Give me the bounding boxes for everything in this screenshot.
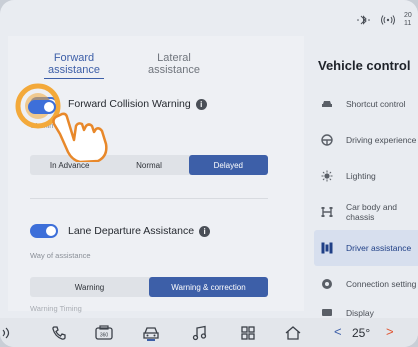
phone-icon[interactable]: [49, 323, 69, 343]
bottom-dock: 360 < 25° >: [0, 318, 418, 347]
apps-grid-icon[interactable]: [238, 323, 258, 343]
lda-title: Lane Departure Assistance: [68, 225, 195, 237]
fcw-timing-selector: In Advance Normal Delayed: [30, 155, 268, 175]
menu-item-driver-assistance[interactable]: Driver assistance: [314, 230, 418, 266]
wireless-signal-icon: [380, 14, 396, 28]
lda-assist-selector: Warning Warning & correction: [30, 277, 268, 297]
vehicle-control-title: Vehicle control: [318, 58, 411, 73]
connection-icon: [320, 278, 334, 290]
music-icon[interactable]: [190, 323, 210, 343]
divider: [30, 198, 268, 199]
steering-wheel-icon: [320, 134, 334, 146]
light-icon: [320, 170, 334, 182]
driver-assistance-icon: [320, 242, 334, 254]
lda-option-warning[interactable]: Warning: [30, 277, 149, 297]
menu-item-driving-experience[interactable]: Driving experience: [314, 122, 418, 158]
vehicle-control-menu: Shortcut control Driving experience Ligh…: [314, 86, 418, 318]
menu-item-lighting[interactable]: Lighting: [314, 158, 418, 194]
lda-toggle[interactable]: [30, 224, 58, 238]
camera-360-icon[interactable]: 360: [94, 323, 114, 343]
tab-lateral-assistance[interactable]: Lateral assistance: [138, 52, 210, 76]
lda-timing-caption: Warning Timing: [30, 304, 82, 313]
temp-decrease-button[interactable]: <: [334, 324, 342, 339]
lda-option-warning-correction[interactable]: Warning & correction: [149, 277, 268, 297]
fcw-option-in-advance[interactable]: In Advance: [30, 155, 109, 175]
display-icon: [320, 308, 334, 318]
menu-item-connection-setting[interactable]: Connection setting: [314, 266, 418, 302]
home-icon[interactable]: [283, 323, 303, 343]
svg-text:360: 360: [100, 333, 109, 339]
chassis-icon: [320, 206, 334, 218]
fcw-option-normal[interactable]: Normal: [109, 155, 188, 175]
temperature-readout: 25°: [352, 326, 371, 340]
fcw-toggle[interactable]: [30, 97, 58, 111]
fcw-title-row: Forward Collision Warning i: [68, 98, 207, 110]
tab-forward-assistance[interactable]: Forward assistance: [38, 52, 110, 79]
menu-item-display[interactable]: Display: [314, 302, 418, 318]
active-dock-indicator: [147, 339, 155, 341]
fcw-option-delayed[interactable]: Delayed: [188, 155, 268, 175]
car-icon: [320, 99, 334, 109]
bluetooth-icon: [356, 14, 372, 28]
infotainment-screen: 20 11 Forward assistance Lateral assista…: [0, 0, 418, 347]
lda-title-row: Lane Departure Assistance i: [68, 225, 211, 237]
info-icon[interactable]: i: [195, 98, 207, 110]
lda-assist-caption: Way of assistance: [30, 251, 91, 260]
fcw-caption: Warnin: [30, 121, 54, 130]
volume-icon[interactable]: [0, 323, 12, 343]
temp-increase-button[interactable]: >: [386, 324, 394, 339]
tab-underline: [44, 78, 104, 79]
info-icon[interactable]: i: [199, 225, 211, 237]
fcw-title: Forward Collision Warning: [68, 98, 191, 110]
clock: 20 11: [404, 12, 412, 27]
assistance-settings-pane: Forward assistance Lateral assistance Fo…: [8, 36, 304, 313]
menu-item-car-body-chassis[interactable]: Car body and chassis: [314, 194, 418, 230]
menu-item-shortcut-control[interactable]: Shortcut control: [314, 86, 418, 122]
